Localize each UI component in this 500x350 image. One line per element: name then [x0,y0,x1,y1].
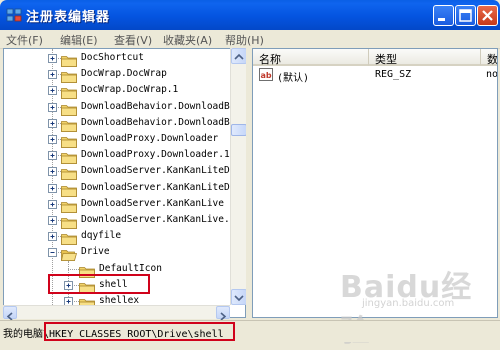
scroll-thumb[interactable] [231,124,247,136]
regedit-icon [6,8,22,22]
tree-vertical-scrollbar[interactable] [230,48,247,305]
value-name: (默认) [277,73,310,84]
shell-highlight [48,273,150,294]
registry-tree[interactable]: DocShortcut DocWrap.DocWrap DocWrap.DocWra… [3,48,246,318]
folder-icon [61,133,77,148]
tree-item-label: DownloadProxy.Downloader.1 [81,149,230,161]
close-button[interactable] [477,5,498,26]
folder-icon [61,165,77,181]
column-header-data[interactable]: 数据 [481,49,497,66]
expand-icon[interactable] [48,216,57,225]
status-path-highlight [44,322,235,341]
tree-item-dqyfile[interactable]: dqyfile [4,228,244,246]
folder-icon [61,52,77,67]
arrow-up-icon [234,53,244,60]
tree-item-label: DownloadServer.KanKanLive. [81,214,230,225]
folder-icon [61,214,77,229]
tree-item-downloadserver-kankanlive-1[interactable]: DownloadServer.KanKanLive [4,196,244,213]
menu-bar: 文件(F) 编辑(E) 查看(V) 收藏夹(A) 帮助(H) [0,30,500,49]
menu-help[interactable]: 帮助(H) [225,32,264,48]
collapse-icon[interactable] [48,248,57,258]
tree-item-downloadbehavior-1[interactable]: DownloadBehavior.DownloadB [4,99,244,116]
arrow-down-icon [234,295,244,302]
tree-item-label: Drive [81,246,110,258]
scroll-right-button[interactable] [216,306,230,321]
expand-icon[interactable] [48,86,57,96]
tree-item-docwrap-1[interactable]: DocWrap.DocWrap.1 [4,82,244,100]
tree-item-label: dqyfile [81,230,122,242]
close-icon [482,10,493,21]
tree-connector [68,268,79,270]
folder-icon [61,198,77,213]
expand-icon[interactable] [48,135,57,144]
tree-item-downloadproxy-1[interactable]: DownloadProxy.Downloader.1 [4,147,244,165]
expand-icon[interactable] [48,54,57,63]
tree-item-label: DocWrap.DocWrap.1 [81,84,179,96]
tree-item-drive[interactable]: Drive [4,244,244,262]
folder-icon [61,230,77,246]
folder-icon [61,149,77,165]
tree-item-label: DocShortcut [81,52,144,63]
string-value-icon: ab [259,68,273,81]
baidu-watermark-url: jingyan.baidu.com [362,298,455,309]
maximize-button[interactable] [455,5,476,26]
tree-item-label: DownloadServer.KanKanLiteD [81,165,230,177]
tree-item-label: DownloadBehavior.DownloadB [81,100,230,112]
expand-icon[interactable] [48,118,57,128]
tree-item-label: DownloadServer.KanKanLiteD [81,181,230,193]
scroll-down-button[interactable] [231,289,247,305]
expand-icon[interactable] [48,167,57,177]
tree-item-docwrap[interactable]: DocWrap.DocWrap [4,66,244,84]
tree-item-label: DefaultIcon [99,262,162,274]
scroll-up-button[interactable] [231,48,247,64]
tree-item-downloadserver-kankanlited-2[interactable]: DownloadServer.KanKanLiteD [4,180,244,197]
expand-icon[interactable] [48,232,57,242]
status-computer: 我的电脑 [3,329,43,340]
minimize-button[interactable] [433,5,454,26]
expand-icon[interactable] [48,102,57,112]
tree-item-downloadserver-kankanlive-2[interactable]: DownloadServer.KanKanLive. [4,212,244,229]
expand-icon[interactable] [48,183,57,193]
tree-item-downloadserver-kankanlited-1[interactable]: DownloadServer.KanKanLiteD [4,163,244,181]
value-row[interactable]: ab (默认) REG_SZ no [253,67,498,84]
folder-icon [61,117,77,132]
tree-horizontal-scrollbar[interactable] [3,305,230,321]
expand-icon[interactable] [48,70,57,80]
column-header-type[interactable]: 类型 [369,49,481,66]
tree-item-label: DownloadProxy.Downloader [81,133,219,144]
folder-icon [61,182,77,197]
expand-icon[interactable] [48,199,57,209]
scroll-left-button[interactable] [3,306,17,321]
menu-file[interactable]: 文件(F) [6,32,43,48]
value-type: REG_SZ [375,69,412,80]
menu-edit[interactable]: 编辑(E) [60,32,98,48]
tree-item-label: DownloadServer.KanKanLive [81,197,224,209]
tree-item-docshortcut[interactable]: DocShortcut [4,50,244,67]
tree-item-downloadproxy[interactable]: DownloadProxy.Downloader [4,131,244,148]
maximize-icon [459,9,472,22]
menu-favorites[interactable]: 收藏夹(A) [163,32,212,48]
window-title: 注册表编辑器 [26,10,111,25]
svg-text:ab: ab [261,71,272,80]
expand-icon[interactable] [48,151,57,161]
title-bar: 注册表编辑器 [0,0,500,30]
minimize-icon [438,18,445,21]
folder-icon [61,68,77,84]
value-data: no [486,69,498,80]
menu-view[interactable]: 查看(V) [114,32,152,48]
column-header-name[interactable]: 名称 [253,49,369,66]
folder-icon [61,84,77,100]
tree-item-downloadbehavior-2[interactable]: DownloadBehavior.DownloadB [4,115,244,132]
folder-open-icon [61,246,78,262]
tree-item-label: DownloadBehavior.DownloadB [81,116,230,128]
tree-item-label: DocWrap.DocWrap [81,68,167,80]
folder-icon [61,101,77,116]
